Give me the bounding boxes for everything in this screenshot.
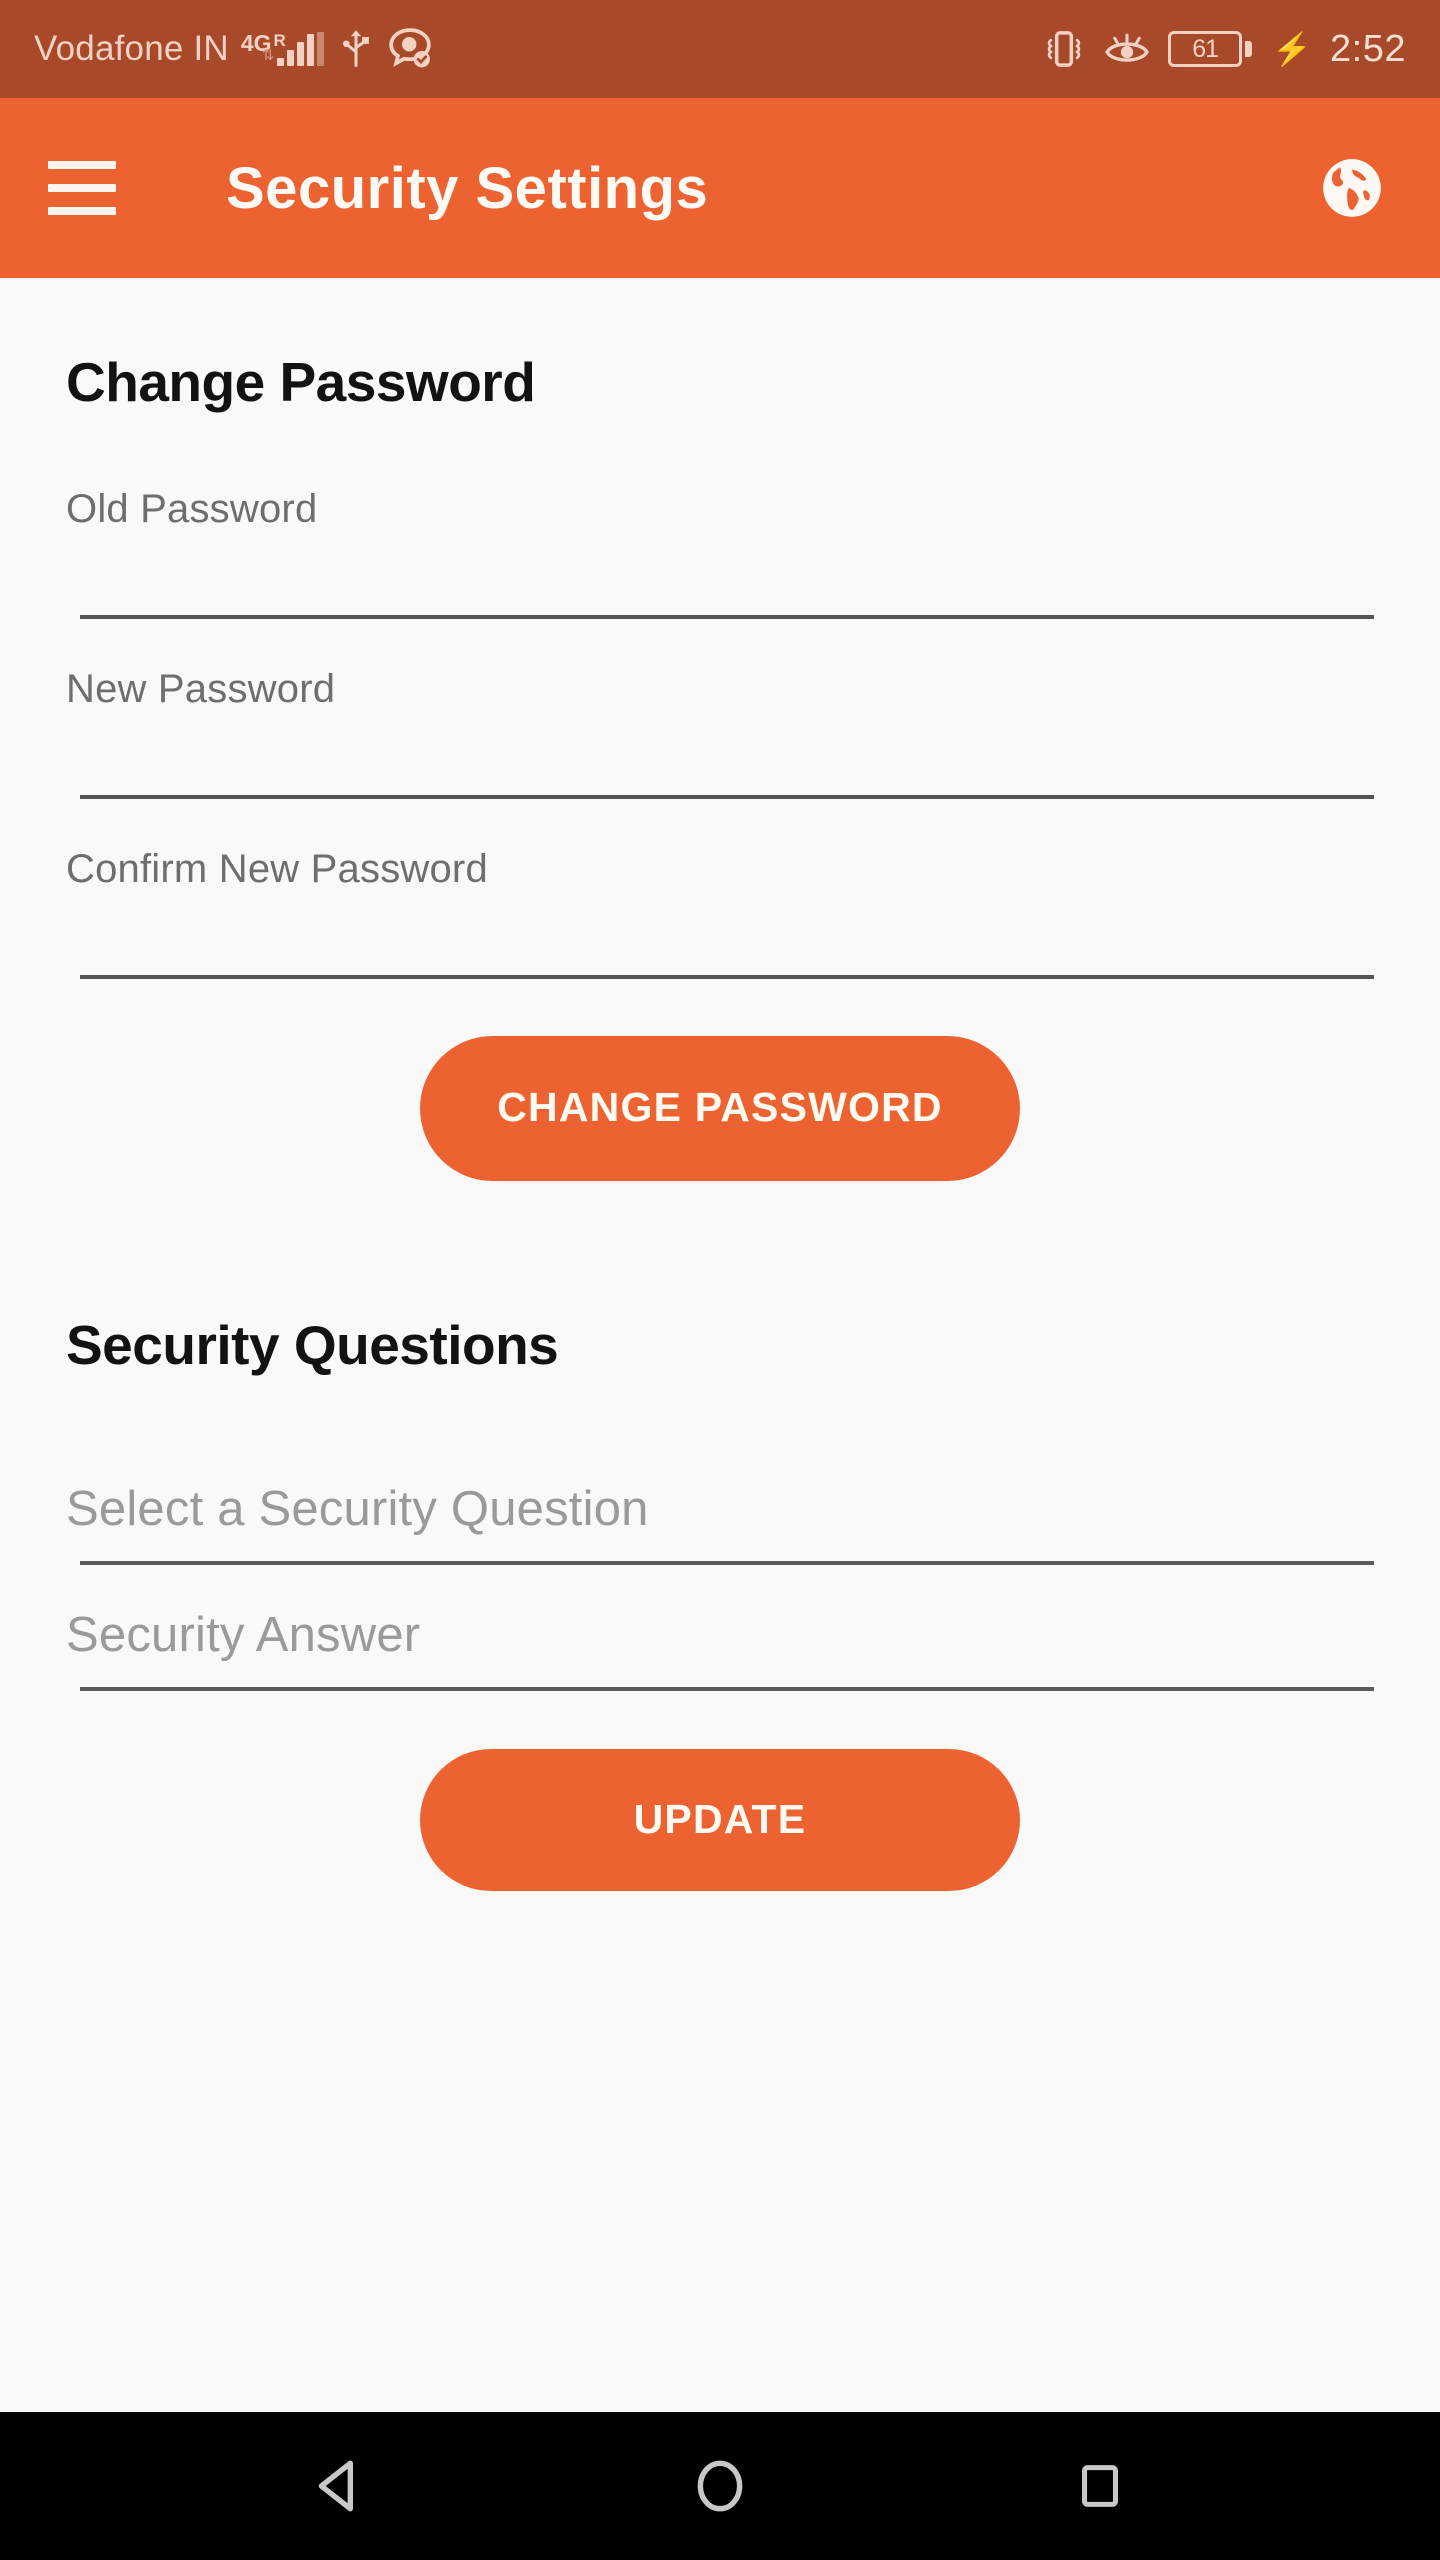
app-bar: Security Settings [0,98,1440,278]
vibrate-icon [1042,29,1086,69]
new-password-underline [80,795,1374,799]
status-bar-left: Vodafone IN 4G R ⇅ [34,28,1042,70]
security-question-placeholder: Select a Security Question [66,1481,649,1536]
battery-cap [1245,41,1253,57]
back-triangle-icon[interactable] [280,2426,400,2546]
usb-icon [338,28,374,70]
charging-bolt-icon: ⚡ [1272,31,1313,67]
old-password-field[interactable]: Old Password [66,487,1374,619]
battery-body: 61 [1168,31,1243,67]
network-indicator: 4G R ⇅ [241,32,325,66]
change-password-button[interactable]: CHANGE PASSWORD [420,1036,1020,1181]
android-navigation-bar [0,2412,1440,2560]
update-button[interactable]: UPDATE [420,1748,1020,1892]
change-password-section: Change Password Old Password New Passwor… [66,278,1374,1181]
data-arrows-icon: ⇅ [261,47,275,64]
old-password-label: Old Password [66,487,318,531]
security-question-select[interactable]: Select a Security Question [66,1481,1374,1565]
status-bar: Vodafone IN 4G R ⇅ 61 ⚡ 2:52 [0,0,1440,98]
settings-content: Change Password Old Password New Passwor… [0,278,1440,2412]
battery-level-text: 61 [1192,34,1219,63]
confirm-new-password-label: Confirm New Password [66,847,488,891]
clock-label: 2:52 [1330,27,1406,70]
carrier-label: Vodafone IN [34,29,229,68]
security-answer-input[interactable]: Security Answer [66,1607,1374,1691]
home-circle-icon[interactable] [660,2426,780,2546]
change-password-button-row: CHANGE PASSWORD [66,979,1374,1181]
security-question-underline [80,1560,1374,1565]
status-bar-right: 61 ⚡ 2:52 [1042,28,1406,71]
new-password-label: New Password [66,667,336,711]
confirm-new-password-field[interactable]: Confirm New Password [66,847,1374,979]
hamburger-menu-icon[interactable] [48,161,116,215]
signal-bars-icon [277,32,325,66]
update-button-row: UPDATE [66,1691,1374,1892]
change-password-heading: Change Password [66,351,536,413]
globe-icon[interactable] [1312,148,1392,228]
eye-comfort-icon [1104,31,1150,67]
security-questions-heading: Security Questions [66,1313,559,1376]
messaging-icon [388,28,432,70]
recents-square-icon[interactable] [1040,2426,1160,2546]
new-password-field[interactable]: New Password [66,667,1374,799]
old-password-underline [80,615,1374,619]
battery-icon: 61 [1168,31,1253,67]
security-questions-section: Security Questions Select a Security Que… [66,1313,1374,1892]
page-title: Security Settings [226,155,709,221]
phone-screen: Vodafone IN 4G R ⇅ 61 ⚡ 2:52 Security Se… [0,0,1440,2560]
confirm-new-password-underline [80,975,1374,979]
security-answer-placeholder: Security Answer [66,1607,421,1662]
